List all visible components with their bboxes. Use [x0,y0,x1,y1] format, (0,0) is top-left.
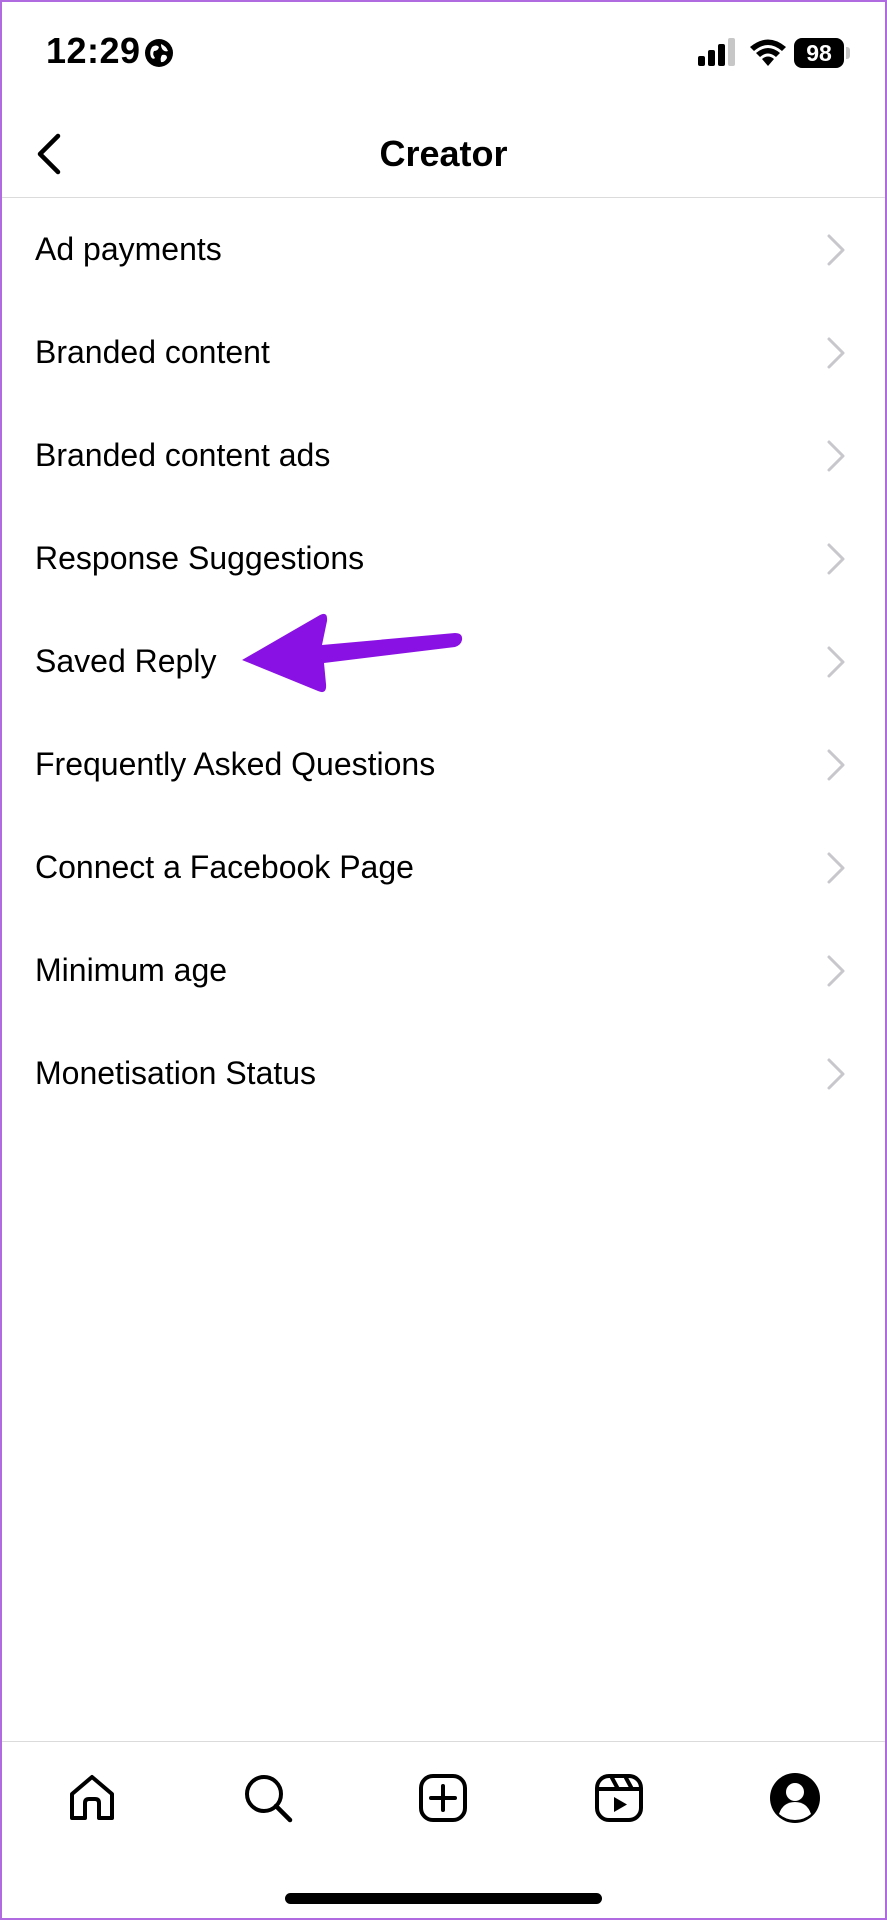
chevron-right-icon [827,337,845,369]
tab-home[interactable] [62,1768,122,1828]
menu-item-label: Branded content [35,334,270,370]
menu-item-branded-content[interactable]: Branded content [0,301,887,404]
chevron-right-icon [827,440,845,472]
tab-search[interactable] [238,1768,298,1828]
page-title: Creator [379,133,508,174]
menu-item-label: Response Suggestions [35,540,365,576]
chevron-right-icon [827,749,845,781]
menu-item-minimum-age[interactable]: Minimum age [0,919,887,1022]
back-button[interactable] [20,124,76,184]
chevron-right-icon [827,543,845,575]
menu-item-label: Saved Reply [35,643,217,679]
tab-create[interactable] [413,1768,473,1828]
battery-indicator: 98 [794,38,844,68]
menu-item-monetisation-status[interactable]: Monetisation Status [0,1022,887,1125]
nav-header: Creator [0,110,887,198]
chevron-right-icon [827,1058,845,1090]
bottom-tab-bar [0,1742,887,1852]
cellular-signal-icon [698,38,735,66]
menu-item-label: Connect a Facebook Page [35,849,414,885]
wifi-icon [750,39,786,66]
menu-item-ad-payments[interactable]: Ad payments [0,198,887,301]
chevron-left-icon [37,133,61,175]
globe-icon [145,39,173,67]
menu-item-label: Monetisation Status [35,1055,317,1091]
menu-item-label: Minimum age [35,952,228,988]
menu-item-connect-facebook-page[interactable]: Connect a Facebook Page [0,816,887,919]
home-icon [70,1775,114,1820]
reels-icon [595,1774,643,1822]
menu-item-label: Frequently Asked Questions [35,746,436,782]
menu-item-label: Branded content ads [35,437,331,473]
home-indicator [285,1893,602,1904]
annotation-arrow-icon [242,613,463,693]
create-post-icon [419,1774,467,1822]
menu-item-response-suggestions[interactable]: Response Suggestions [0,507,887,610]
chevron-right-icon [827,852,845,884]
profile-icon [770,1773,820,1823]
battery-tip [846,47,850,59]
tab-profile[interactable] [765,1768,825,1828]
chevron-right-icon [827,646,845,678]
chevron-right-icon [827,234,845,266]
status-bar: 12:29 98 [0,0,887,110]
menu-item-label: Ad payments [35,231,222,267]
status-time: 12:29 [46,30,141,71]
search-icon [245,1775,293,1823]
menu-item-branded-content-ads[interactable]: Branded content ads [0,404,887,507]
chevron-right-icon [827,955,845,987]
menu-item-faq[interactable]: Frequently Asked Questions [0,713,887,816]
tab-reels[interactable] [589,1768,649,1828]
